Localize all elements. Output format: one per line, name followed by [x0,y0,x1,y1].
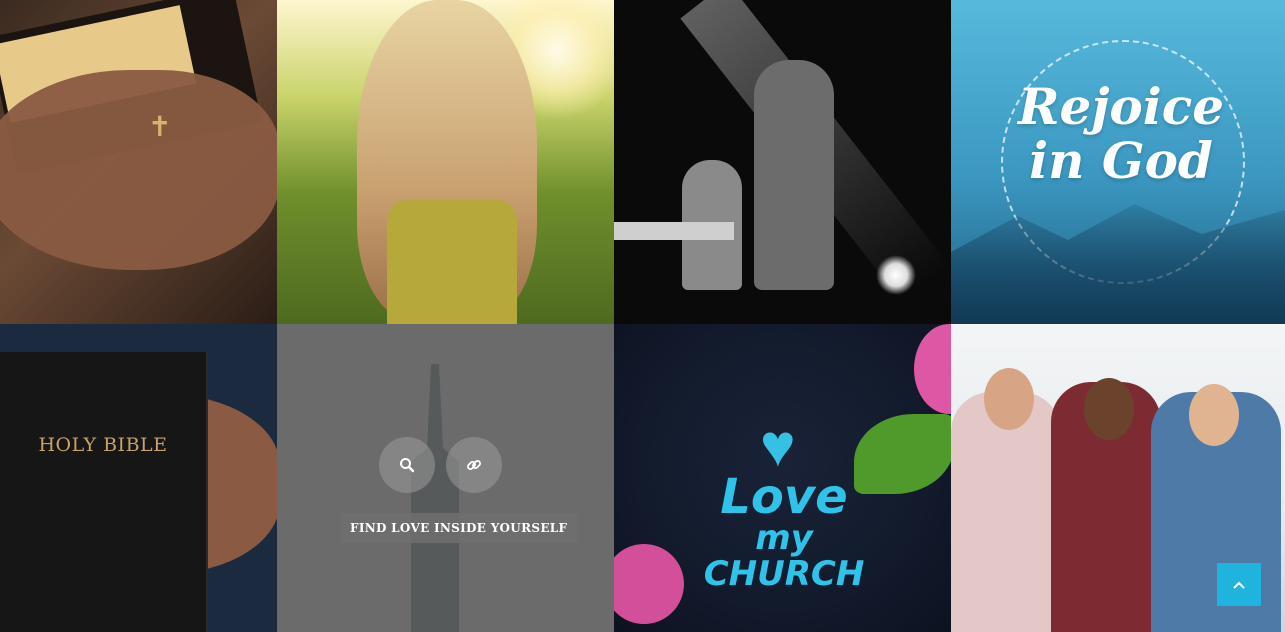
chevron-up-icon [1233,581,1245,589]
gallery-tile-holy-bible[interactable]: HOLY BIBLE [0,324,277,632]
rejoice-lettering: Rejoice in God [1017,77,1225,190]
keyboard-shape [614,222,734,240]
scroll-to-top-button[interactable] [1217,563,1261,606]
gallery-tile-bible-hands[interactable]: ✝ [0,0,277,324]
church-word: CHURCH [703,554,865,594]
portfolio-grid: ✝ Rejoice in God HOLY BIBLE FIND LOVE IN… [0,0,1285,632]
spotlight [876,255,916,295]
heart-icon: ♥ [760,412,796,479]
gallery-tile-love-church[interactable]: ♥ Love my CHURCH [614,324,951,632]
my-word: my [755,518,813,558]
gallery-tile-girl-field[interactable] [277,0,614,324]
guitarist-shape [754,60,834,290]
shirt-shape [387,200,517,324]
link-button[interactable] [446,437,502,493]
cross-icon: ✝ [148,111,172,142]
face-shape [1084,378,1134,440]
search-icon [400,458,415,473]
bible-book: HOLY BIBLE [0,352,206,632]
bible-title: HOLY BIBLE [38,434,168,456]
flower-shape [914,324,951,414]
face-shape [984,368,1034,430]
love-word: Love [720,469,848,525]
face-shape [1189,384,1239,446]
hover-overlay [277,324,614,632]
tile-caption[interactable]: FIND LOVE INSIDE YOURSELF [340,513,578,543]
mountain-shape [951,204,1285,324]
link-icon [467,460,481,470]
gallery-tile-city-hover[interactable]: FIND LOVE INSIDE YOURSELF [277,324,614,632]
hand-shape [0,70,277,270]
love-church-lettering: Love my CHURCH [664,473,904,594]
gallery-tile-concert[interactable] [614,0,951,324]
gallery-tile-rejoice[interactable]: Rejoice in God [951,0,1285,324]
zoom-button[interactable] [379,437,435,493]
